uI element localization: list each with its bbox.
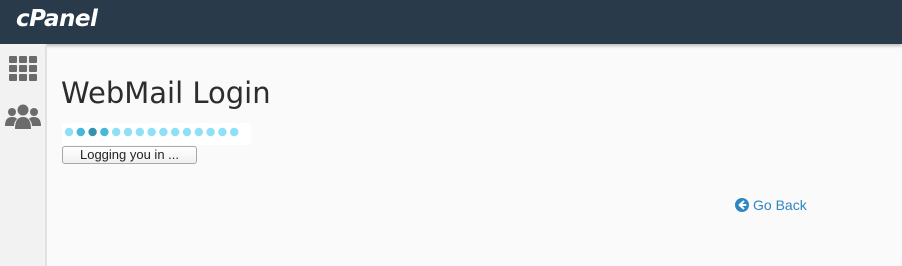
loading-dot bbox=[88, 127, 97, 137]
go-back-link[interactable]: Go Back bbox=[735, 197, 807, 213]
loading-dot bbox=[171, 127, 180, 137]
loading-dot bbox=[64, 127, 74, 137]
loading-dot bbox=[76, 127, 85, 137]
loading-dot bbox=[147, 127, 156, 137]
page-title: WebMail Login bbox=[61, 76, 271, 110]
cpanel-logo[interactable]: cPanel bbox=[16, 6, 98, 32]
loading-dot bbox=[135, 127, 144, 137]
loading-dot bbox=[194, 127, 203, 137]
logging-in-status-button[interactable]: Logging you in ... bbox=[62, 146, 197, 164]
grid-icon[interactable] bbox=[8, 56, 38, 87]
arrow-left-circle-icon bbox=[735, 198, 749, 212]
loading-dot bbox=[112, 127, 121, 137]
loading-dot bbox=[182, 127, 192, 137]
loading-dot bbox=[230, 127, 239, 137]
loading-dot bbox=[159, 127, 168, 137]
loading-dot bbox=[100, 127, 109, 137]
loading-indicator bbox=[62, 123, 251, 145]
sidebar bbox=[0, 44, 47, 266]
loading-dot bbox=[218, 127, 227, 137]
top-header-bar: cPanel bbox=[0, 0, 902, 44]
loading-dot bbox=[123, 127, 133, 137]
loading-dot bbox=[206, 127, 215, 137]
go-back-label: Go Back bbox=[753, 197, 807, 213]
main-content: WebMail Login Logging you in ... Go Back bbox=[47, 44, 902, 266]
users-icon[interactable] bbox=[5, 104, 41, 135]
